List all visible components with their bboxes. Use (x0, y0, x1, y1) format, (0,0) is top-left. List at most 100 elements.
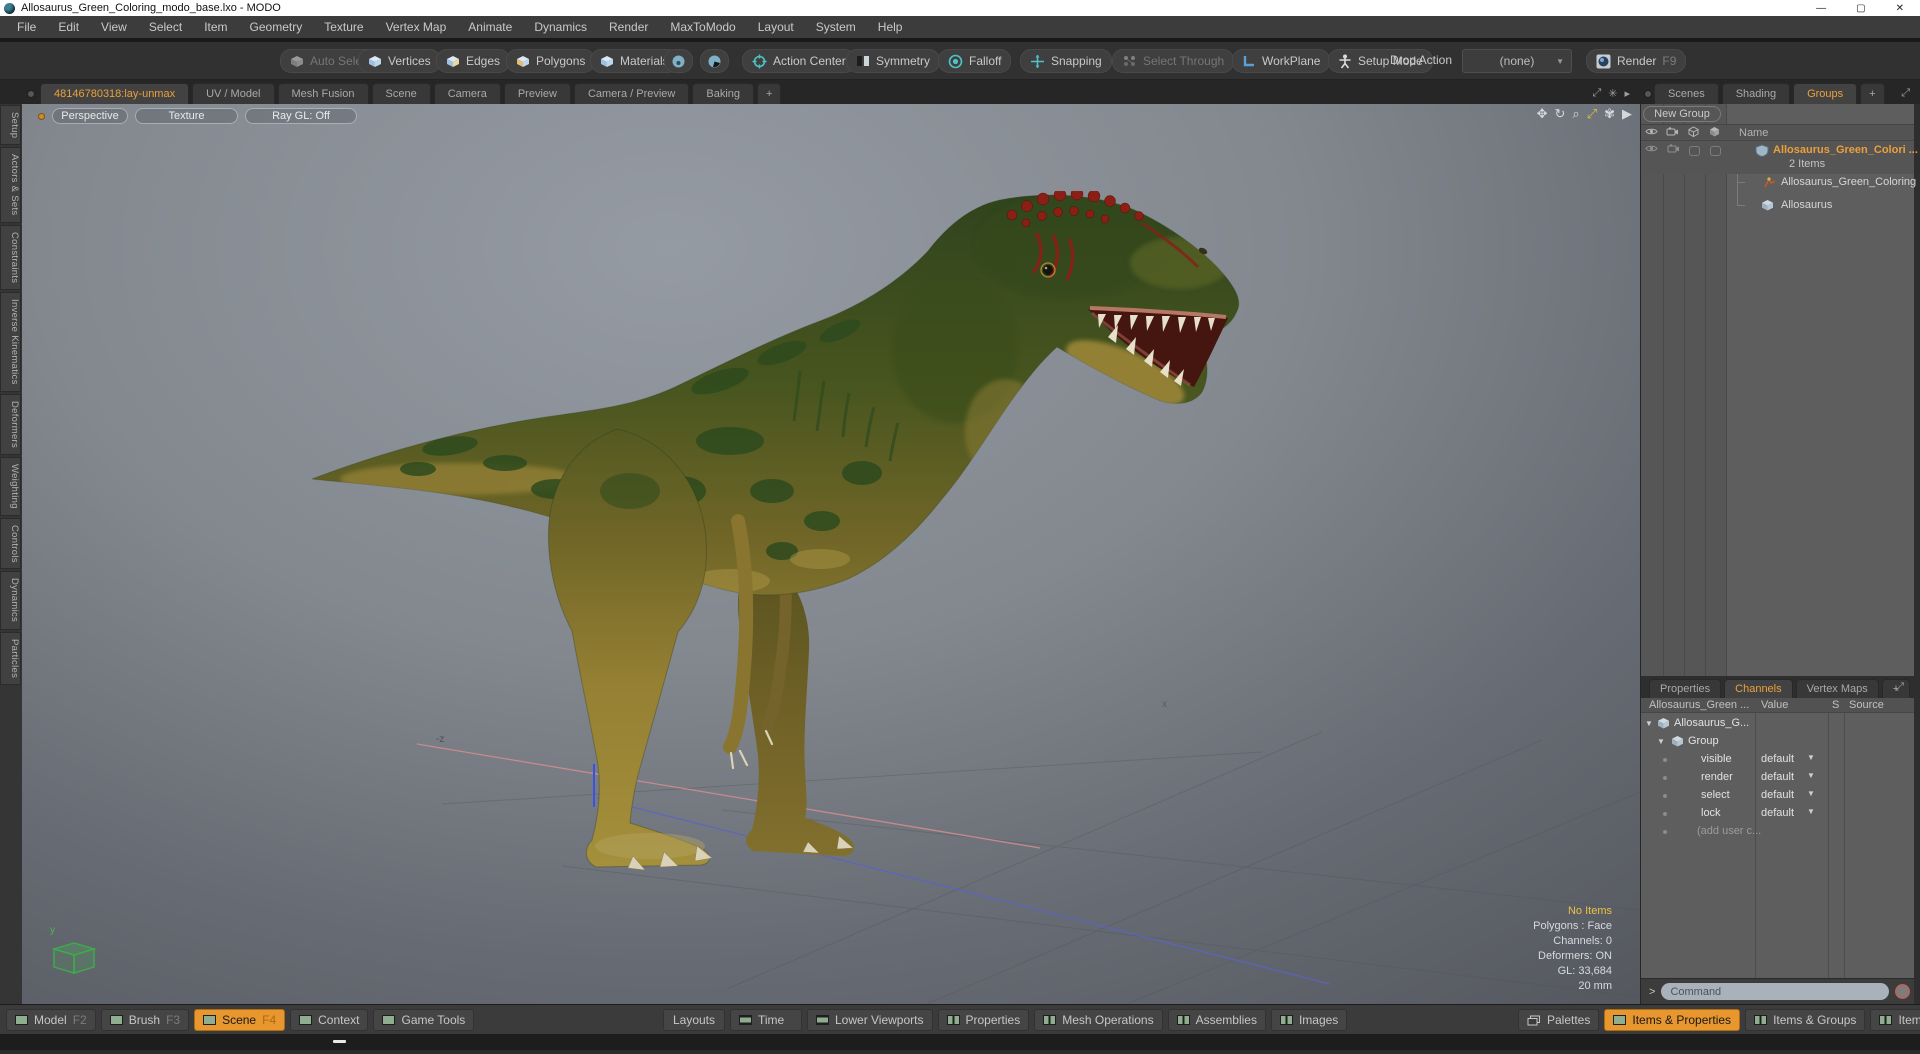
tab-preview[interactable]: Preview (503, 83, 571, 104)
symmetry-button[interactable]: Symmetry (846, 49, 940, 73)
menu-system[interactable]: System (805, 20, 867, 34)
menu-view[interactable]: View (90, 20, 138, 34)
minimize-button[interactable]: — (1816, 3, 1826, 14)
channel-value-visible[interactable]: default (1761, 753, 1794, 765)
mode-scene-button[interactable]: Scene F4 (194, 1009, 286, 1031)
menu-item[interactable]: Item (193, 20, 238, 34)
mesh-operations-button[interactable]: Mesh Operations (1034, 1009, 1163, 1031)
items-groups-button[interactable]: Items & Groups (1745, 1009, 1866, 1031)
falloff-button[interactable]: Falloff (938, 49, 1012, 73)
polygons-button[interactable]: Polygons (506, 49, 596, 73)
tab-session[interactable]: 48146780318:lay-unmax (40, 83, 190, 104)
rail-tab-weighting[interactable]: Weighting (0, 456, 21, 516)
rail-tab-controls[interactable]: Controls (0, 517, 21, 570)
tab-options-gear-icon[interactable]: ✳ (1608, 87, 1617, 100)
tab-shading[interactable]: Shading (1721, 83, 1791, 104)
channel-value-select[interactable]: default (1761, 789, 1794, 801)
viewport-more-icon[interactable]: ▶ (1622, 106, 1632, 122)
item-mode-button[interactable] (664, 49, 693, 73)
channel-value-lock[interactable]: default (1761, 807, 1794, 819)
assemblies-button[interactable]: Assemblies (1167, 1009, 1266, 1031)
rail-tab-deformers[interactable]: Deformers (0, 393, 21, 455)
twirl-down-icon[interactable]: ▼ (1645, 719, 1653, 728)
viewport-menu-dot[interactable] (38, 112, 45, 120)
rail-tab-particles[interactable]: Particles (0, 631, 21, 685)
mode-brush-button[interactable]: Brush F3 (100, 1009, 190, 1031)
properties-panel-button[interactable]: Properties (937, 1009, 1030, 1031)
allosaurus-model[interactable] (300, 191, 1250, 876)
channel-row-render[interactable]: render default ▼ (1641, 769, 1914, 787)
snapping-button[interactable]: Snapping (1020, 49, 1112, 73)
rail-tab-setup[interactable]: Setup (0, 105, 21, 146)
group-row[interactable]: Allosaurus_Green_Colori ... 2 Items (1641, 141, 1918, 174)
tab-strip-handle[interactable] (27, 90, 35, 98)
menu-vertex-map[interactable]: Vertex Map (375, 20, 458, 34)
menu-dynamics[interactable]: Dynamics (523, 20, 598, 34)
view-mode-button[interactable]: Perspective (52, 108, 128, 124)
pan-icon[interactable]: ✥ (1537, 106, 1548, 122)
group-checkbox-1[interactable] (1689, 146, 1700, 156)
viewport-settings-gear-icon[interactable]: ✾ (1604, 106, 1615, 122)
items-properties-button[interactable]: Items & Properties (1604, 1009, 1741, 1031)
menu-edit[interactable]: Edit (47, 20, 90, 34)
mode-context-button[interactable]: Context (290, 1009, 369, 1031)
expand-viewport-icon[interactable]: ⤢ (1592, 87, 1601, 100)
maximize-button[interactable]: ▢ (1856, 3, 1865, 14)
command-history-icon[interactable] (1895, 984, 1910, 999)
rail-tab-constraints[interactable]: Constraints (0, 224, 21, 291)
rail-tab-inverse-kinematics[interactable]: Inverse Kinematics (0, 292, 21, 392)
group-render-camera-icon[interactable] (1667, 144, 1680, 156)
pivot-mode-button[interactable] (700, 49, 729, 73)
tab-properties[interactable]: Properties (1649, 679, 1722, 698)
orbit-icon[interactable]: ↻ (1555, 106, 1566, 122)
group-visibility-eye-icon[interactable] (1645, 144, 1658, 156)
menu-select[interactable]: Select (138, 20, 193, 34)
tab-channels[interactable]: Channels (1724, 679, 1793, 698)
palettes-button[interactable]: Palettes (1518, 1009, 1600, 1031)
add-tab-button[interactable]: + (757, 83, 782, 104)
menu-help[interactable]: Help (867, 20, 914, 34)
panel-tab-handle[interactable] (1644, 90, 1652, 98)
tab-baking[interactable]: Baking (692, 83, 755, 104)
mode-game-tools-button[interactable]: Game Tools (373, 1009, 475, 1031)
add-user-channel-row[interactable]: (add user c... (1641, 823, 1914, 841)
shading-mode-button[interactable]: Texture (135, 108, 238, 124)
group-child-row-coloring[interactable]: Allosaurus_Green_Coloring (1641, 175, 1916, 191)
channel-row-visible[interactable]: visible default ▼ (1641, 751, 1914, 769)
tab-overflow-icon[interactable]: ▸ (1624, 87, 1630, 100)
channel-row-lock[interactable]: lock default ▼ (1641, 805, 1914, 823)
menu-layout[interactable]: Layout (747, 20, 805, 34)
zoom-icon[interactable]: ⌕ (1572, 106, 1579, 122)
render-button[interactable]: Render F9 (1586, 49, 1687, 73)
tab-groups[interactable]: Groups (1793, 83, 1858, 104)
panel-expand-icon[interactable]: ⤢ (1901, 87, 1910, 100)
menu-file[interactable]: File (6, 20, 47, 34)
panel-add-tab-button[interactable]: + (1860, 83, 1885, 104)
channels-tree-group-row[interactable]: ▼ Group (1641, 733, 1914, 751)
menu-texture[interactable]: Texture (313, 20, 374, 34)
layouts-button[interactable]: Layouts (663, 1009, 725, 1031)
menu-render[interactable]: Render (598, 20, 659, 34)
channel-row-select[interactable]: select default ▼ (1641, 787, 1914, 805)
menu-animate[interactable]: Animate (457, 20, 523, 34)
command-input[interactable] (1661, 983, 1889, 1000)
select-through-button[interactable]: Select Through (1112, 49, 1235, 73)
viewport-3d[interactable]: Perspective Texture Ray GL: Off ✥ ↻ ⌕ ⤢ … (22, 104, 1640, 1004)
group-child-row-mesh[interactable]: Allosaurus (1641, 198, 1914, 214)
items-shading-button[interactable]: Items & Shadin (1870, 1009, 1920, 1031)
tab-vertex-maps[interactable]: Vertex Maps (1795, 679, 1879, 698)
channels-tree-root-row[interactable]: ▼ Allosaurus_G... (1641, 715, 1914, 733)
tab-scenes[interactable]: Scenes (1654, 83, 1719, 104)
close-button[interactable]: ✕ (1896, 3, 1904, 14)
tab-uv-model[interactable]: UV / Model (192, 83, 275, 104)
new-group-button[interactable]: New Group (1643, 106, 1721, 122)
edges-button[interactable]: Edges (436, 49, 511, 73)
workplane-button[interactable]: WorkPlane (1232, 49, 1331, 73)
lower-expand-icon[interactable]: ⤢ (1895, 681, 1904, 694)
menu-maxtomodo[interactable]: MaxToModo (659, 20, 746, 34)
tab-scene[interactable]: Scene (371, 83, 431, 104)
action-center-button[interactable]: Action Center (742, 49, 856, 73)
channel-value-render[interactable]: default (1761, 771, 1794, 783)
time-panel-button[interactable]: Time (730, 1009, 802, 1031)
raygl-button[interactable]: Ray GL: Off (245, 108, 357, 124)
